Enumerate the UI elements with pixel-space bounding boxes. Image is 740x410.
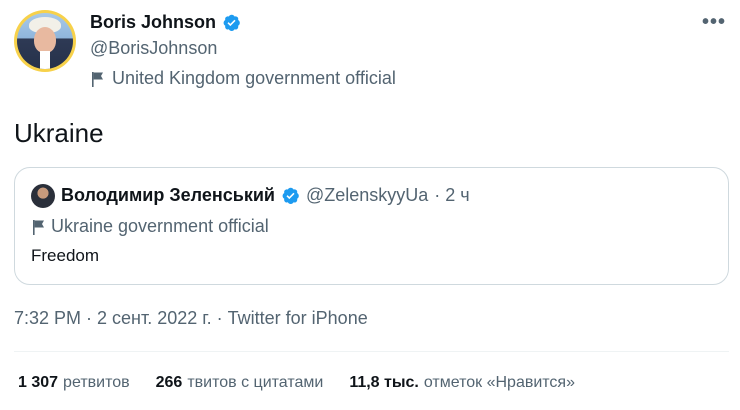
verified-badge-icon <box>223 14 240 32</box>
engagement-stats: 1 307 ретвитов 266 твитов с цитатами 11,… <box>18 374 601 392</box>
quoted-author-name: Володимир Зеленський <box>61 185 275 205</box>
quote-tweets-stat[interactable]: 266 твитов с цитатами <box>156 374 324 392</box>
quoted-tweet[interactable]: Володимир Зеленський @ZelenskyyUa · 2 ч … <box>14 167 729 285</box>
more-options-icon[interactable]: ••• <box>702 12 726 32</box>
tweet-meta[interactable]: 7:32 PM · 2 сент. 2022 г. · Twitter for … <box>14 308 368 329</box>
likes-label: отметок «Нравится» <box>423 374 575 391</box>
quote-tweets-count: 266 <box>155 374 183 391</box>
author-handle[interactable]: @BorisJohnson <box>90 38 217 59</box>
tweet-text: Ukraine <box>14 118 104 148</box>
quoted-timestamp: · 2 ч <box>434 185 470 205</box>
quoted-tweet-text: Freedom <box>31 246 100 265</box>
author-display-name[interactable]: Boris Johnson <box>90 12 241 33</box>
flag-icon <box>33 219 44 235</box>
retweets-stat[interactable]: 1 307 ретвитов <box>18 374 130 392</box>
retweets-count: 1 307 <box>18 374 59 391</box>
likes-stat[interactable]: 11,8 тыс. отметок «Нравится» <box>349 374 575 392</box>
author-affiliation-text: United Kingdom government official <box>112 68 396 88</box>
quoted-affiliation-text: Ukraine government official <box>51 216 269 236</box>
retweets-label: ретвитов <box>63 374 130 391</box>
author-avatar[interactable] <box>14 10 76 72</box>
quoted-author-header: Володимир Зеленський @ZelenskyyUa · 2 ч <box>61 185 470 206</box>
verified-badge-icon <box>282 187 299 205</box>
quoted-affiliation-label: Ukraine government official <box>31 216 269 237</box>
quoted-author-handle: @ZelenskyyUa <box>305 185 429 205</box>
quote-tweets-label: твитов с цитатами <box>187 374 324 391</box>
likes-count: 11,8 тыс. <box>349 374 419 391</box>
flag-icon <box>92 71 103 87</box>
divider <box>14 351 729 352</box>
quoted-author-avatar <box>31 184 55 208</box>
author-affiliation-label: United Kingdom government official <box>90 68 396 89</box>
author-name-text[interactable]: Boris Johnson <box>90 12 216 33</box>
